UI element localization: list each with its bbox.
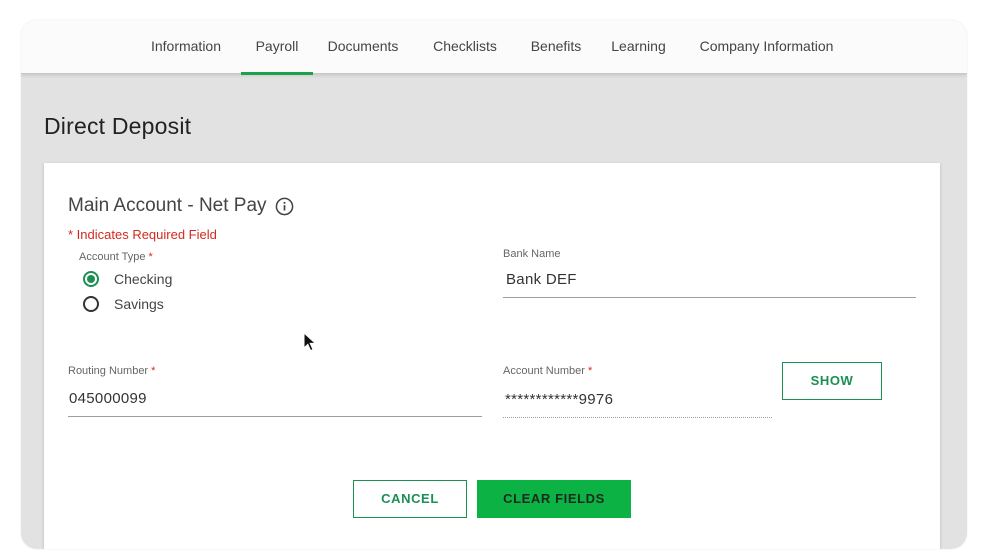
radio-checking[interactable]: Checking [83, 271, 172, 287]
required-marker: * [588, 365, 593, 377]
radio-checked-icon[interactable] [83, 271, 99, 287]
app-window: Information Payroll Documents Checklists… [21, 20, 967, 549]
tab-checklists[interactable]: Checklists [431, 20, 499, 74]
radio-checking-label: Checking [114, 271, 173, 287]
info-icon[interactable] [275, 197, 294, 216]
account-type-label-text: Account Type [79, 251, 146, 263]
radio-savings[interactable]: Savings [83, 296, 164, 312]
tab-documents[interactable]: Documents [327, 20, 399, 74]
page-title: Direct Deposit [44, 113, 192, 139]
account-number-label-text: Account Number [503, 365, 585, 377]
direct-deposit-card: Main Account - Net Pay * Indicates Requi… [44, 163, 940, 549]
account-type-label: Account Type * [79, 251, 153, 263]
bank-name-label: Bank Name [503, 248, 561, 260]
radio-unchecked-icon[interactable] [83, 296, 99, 312]
routing-number-label: Routing Number * [68, 365, 155, 377]
cancel-button[interactable]: CANCEL [353, 480, 467, 518]
required-marker: * [148, 251, 153, 263]
section-title-text: Main Account - Net Pay [68, 195, 267, 216]
required-marker: * [151, 365, 156, 377]
routing-number-label-text: Routing Number [68, 365, 149, 377]
show-button[interactable]: SHOW [782, 362, 882, 400]
tab-payroll[interactable]: Payroll [241, 20, 313, 75]
section-title: Main Account - Net Pay [68, 195, 294, 217]
account-number-field[interactable]: ************9976 [503, 391, 772, 418]
top-navigation: Information Payroll Documents Checklists… [21, 20, 967, 75]
clear-fields-button[interactable]: CLEAR FIELDS [477, 480, 631, 518]
account-number-label: Account Number * [503, 365, 592, 377]
mouse-cursor-icon [303, 332, 317, 352]
radio-savings-label: Savings [114, 296, 164, 312]
tab-benefits[interactable]: Benefits [528, 20, 584, 74]
routing-number-field[interactable]: 045000099 [68, 390, 482, 417]
required-field-note: * Indicates Required Field [68, 227, 217, 242]
tab-learning[interactable]: Learning [610, 20, 667, 74]
bank-name-field[interactable]: Bank DEF [503, 271, 916, 298]
tab-information[interactable]: Information [149, 20, 223, 74]
tab-company-information[interactable]: Company Information [697, 20, 836, 74]
